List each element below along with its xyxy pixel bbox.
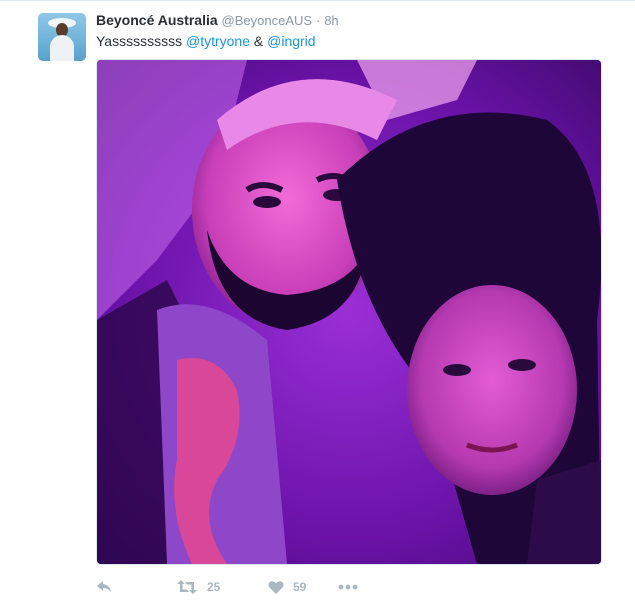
tweet-text-joiner: & <box>253 33 264 49</box>
retweet-icon <box>177 580 197 594</box>
author-name[interactable]: Beyoncé Australia <box>96 12 218 28</box>
mention-link-ingrid[interactable]: @ingrid <box>267 33 315 49</box>
author-handle[interactable]: @BeyonceAUS <box>222 13 313 28</box>
tweet-timestamp[interactable]: 8h <box>324 13 338 28</box>
tweet-text: Yassssssssss @tytryone & @ingrid <box>96 32 316 50</box>
ellipsis-icon <box>338 584 358 590</box>
retweet-count: 25 <box>207 580 221 594</box>
mention-link-tytryone[interactable]: @tytryone <box>186 33 250 49</box>
retweet-button[interactable]: 25 <box>176 579 268 595</box>
like-button[interactable]: 59 <box>268 580 338 595</box>
more-button[interactable] <box>338 584 368 590</box>
heart-icon <box>268 580 284 594</box>
tweet-photo[interactable] <box>96 59 602 565</box>
tweet-text-lead: Yassssssssss <box>96 33 183 49</box>
tweet-header: Beyoncé Australia @BeyonceAUS · 8h <box>96 11 339 30</box>
reply-button[interactable] <box>96 579 176 595</box>
like-count: 59 <box>293 580 307 594</box>
separator-dot: · <box>315 13 321 28</box>
tweet: Beyoncé Australia @BeyonceAUS · 8h Yasss… <box>0 0 635 603</box>
author-avatar[interactable] <box>38 13 86 61</box>
reply-icon <box>97 581 111 592</box>
tweet-actions: 25 59 <box>96 575 368 599</box>
photo-selfie <box>97 60 601 564</box>
avatar-gown <box>50 35 74 61</box>
